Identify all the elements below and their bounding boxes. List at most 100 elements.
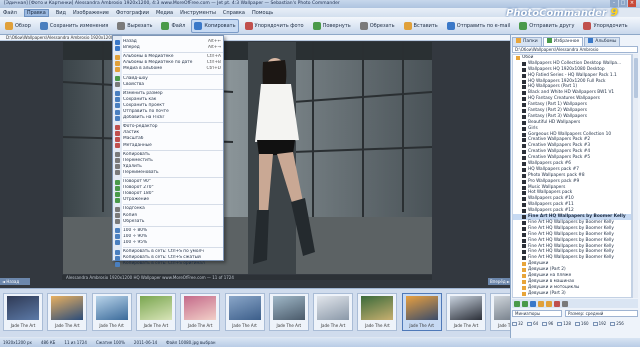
tb-browse-button[interactable]: Обзор [2, 19, 34, 33]
menu-item[interactable]: Поворот 180° [123, 191, 223, 197]
new-folder-icon[interactable] [546, 300, 552, 307]
tab-folders[interactable]: Папки [512, 37, 542, 46]
thumbnail[interactable]: Jade The Art [357, 293, 398, 331]
refresh-icon[interactable] [530, 300, 536, 307]
menu-item[interactable]: Отражение [123, 197, 223, 203]
menu-item-icon [115, 97, 120, 103]
menu-item[interactable]: Поворот 90° [123, 179, 223, 185]
menu-help[interactable]: Справка [223, 10, 245, 16]
delete-icon[interactable] [554, 300, 560, 307]
menu-item[interactable]: Копировать в сеть: Ctrl+S по умолч [123, 249, 223, 255]
menu-item[interactable]: Слайд-шоу [123, 76, 223, 82]
menu-item[interactable]: Удалить [123, 164, 223, 170]
thumbnail[interactable]: Jade The Art [3, 293, 43, 331]
size-preset[interactable]: 160 [574, 321, 589, 326]
tb-rotate-button[interactable]: Повернуть [310, 19, 354, 33]
menu-item[interactable]: Вперёд Alt+→ [123, 45, 223, 51]
thumbnail[interactable]: Jade The Art [313, 293, 354, 331]
prev-tab-button[interactable]: ◄ Назад [0, 278, 30, 285]
size-select[interactable]: Размер: средний [565, 310, 638, 317]
thumbnail-caption: Jade The Art [365, 323, 390, 328]
tb-organize-button[interactable]: Упорядочить фото [242, 19, 307, 33]
thumbnail[interactable]: Jade The Art [47, 293, 88, 331]
size-preset[interactable]: 128 [557, 321, 571, 326]
menu-item[interactable]: Ластик [123, 130, 223, 136]
tree-item[interactable]: Девушки (Part 3) [513, 291, 631, 297]
menu-media[interactable]: Медиа [156, 10, 173, 16]
next-tab-button[interactable]: Вперёд ► [488, 278, 510, 285]
back-icon[interactable] [514, 300, 520, 307]
menu-item[interactable]: Медиа в альбоме Ctrl+D [123, 66, 223, 72]
menu-item[interactable]: Альбомы в Медиатеке по дате Ctrl+B [123, 60, 223, 66]
size-preset[interactable]: 256 [610, 321, 624, 326]
menu-item[interactable]: Изменить размер [123, 91, 223, 97]
thumbnail[interactable]: Jade The Art [180, 293, 221, 331]
view-mode-select[interactable]: Миниатюры [512, 310, 562, 317]
menu-item-label: 100 ÷ 95% [123, 239, 148, 245]
thumbnail[interactable]: Jade The Art [224, 293, 265, 331]
home-icon[interactable] [538, 300, 544, 307]
thumbnail[interactable]: Jade The Art [268, 293, 309, 331]
tb-cut-button[interactable]: Вырезать [114, 19, 155, 33]
folder-icon [522, 85, 526, 90]
size-preset[interactable]: 64 [527, 321, 538, 326]
folder-path-field[interactable]: D:\Обои\Wallpapers\Alessandra Ambrosio [512, 46, 638, 53]
maximize-button[interactable]: □ [619, 0, 627, 7]
settings-icon[interactable] [562, 300, 568, 307]
menu-item[interactable]: Копия [123, 213, 223, 219]
menu-tools[interactable]: Инструменты [180, 10, 216, 16]
menu-item[interactable]: Сохранить проект [123, 103, 223, 109]
thumbnail[interactable]: Jade The Art [446, 293, 486, 331]
menu-item[interactable]: 100 ÷ 95% [123, 240, 223, 246]
menu-file[interactable]: Файл [3, 10, 17, 16]
menu-item-shortcut: Ctrl+A [206, 54, 221, 60]
menu-item[interactable]: Фото-редактор [123, 124, 223, 130]
menu-item[interactable]: Свойства [123, 82, 223, 88]
menu-item[interactable]: 100 ÷ 90% [123, 234, 223, 240]
close-button[interactable]: × [628, 0, 636, 7]
menu-item[interactable]: Альбомы в Медиатеке Ctrl+A [123, 54, 223, 60]
folder-tree[interactable]: Обои Wallpapers HD Collection Desktop Wal… [512, 54, 632, 298]
menu-item[interactable]: Метаданные [123, 143, 223, 149]
size-preset[interactable]: 32 [512, 321, 523, 326]
tb-paste-button[interactable]: Вставить [401, 19, 441, 33]
tb-email-button[interactable]: Отправить по e-mail [444, 19, 514, 33]
thumbnail[interactable]: Jade The Art [401, 293, 442, 331]
menu-item[interactable]: Отправить по почте [123, 109, 223, 115]
menu-assist[interactable]: Помощь [252, 10, 273, 16]
thumbnail[interactable]: Jade The Art [91, 293, 132, 331]
tab-favorites[interactable]: Избранное [542, 37, 584, 46]
tb-send-button[interactable]: Отправить другу [516, 19, 577, 33]
scrollbar-thumb[interactable] [634, 58, 638, 98]
menu-item-icon [115, 39, 120, 45]
thumbnail[interactable]: Jade The Art [135, 293, 176, 331]
tab-albums[interactable]: Альбомы [584, 37, 621, 46]
menu-item[interactable]: Сохранить как [123, 97, 223, 103]
menu-item[interactable]: Копировать [123, 152, 223, 158]
menu-view[interactable]: Вид [56, 10, 66, 16]
menu-image[interactable]: Изображение [73, 10, 109, 16]
menu-photos[interactable]: Фотографии [116, 10, 149, 16]
tb-copy-button[interactable]: Копировать [191, 18, 239, 33]
menu-item[interactable]: Подгонка [123, 206, 223, 212]
menu-item[interactable]: 100 ÷ 80% [123, 228, 223, 234]
menu-item[interactable]: Назад Alt+← [123, 39, 223, 45]
size-preset[interactable]: 192 [592, 321, 606, 326]
size-preset[interactable]: 96 [542, 321, 553, 326]
tb-file-button[interactable]: Файл [158, 19, 188, 33]
tb-arrange-button[interactable]: Упорядочить [580, 19, 630, 33]
menu-item[interactable]: Обрезать [123, 219, 223, 225]
menu-edit[interactable]: Правка [23, 8, 49, 17]
menu-item[interactable]: Копировать в сеть: Ctrl+S сжатый [123, 255, 223, 261]
menu-item[interactable]: Поворот 270° [123, 185, 223, 191]
tb-crop-button[interactable]: Обрезать [357, 19, 398, 33]
tb-save-button[interactable]: Сохранить изменения [37, 19, 111, 33]
menu-item[interactable]: Добавить на Flickr [123, 115, 223, 121]
menu-item[interactable]: Копировать в сеть: Ctrl+S оригинал [123, 261, 223, 267]
folder-icon [522, 244, 526, 249]
tree-scrollbar[interactable] [632, 54, 638, 298]
menu-item[interactable]: Масштаб [123, 136, 223, 142]
menu-item[interactable]: Переместить [123, 158, 223, 164]
menu-item[interactable]: Переименовать [123, 170, 223, 176]
forward-icon[interactable] [522, 300, 528, 307]
